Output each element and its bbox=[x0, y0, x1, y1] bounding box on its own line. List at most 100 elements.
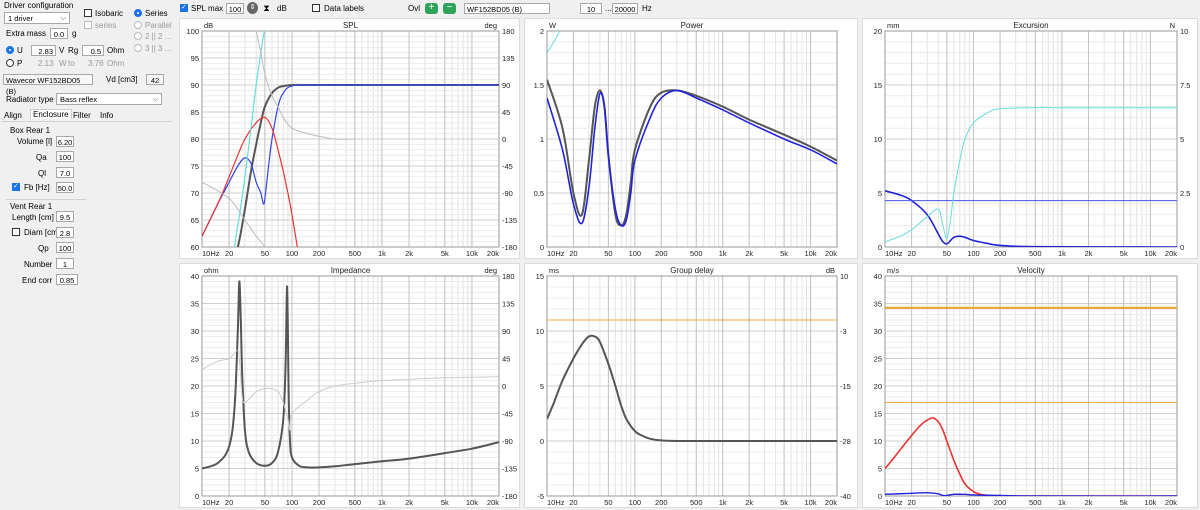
y-tick-label: 1.5 bbox=[534, 81, 544, 90]
u-radio[interactable] bbox=[6, 46, 14, 54]
x-tick-label: 20k bbox=[1165, 249, 1177, 258]
r3-label: 3 || 3 ... bbox=[145, 44, 172, 53]
y-right-tick-label: -90 bbox=[502, 189, 513, 198]
rg-input[interactable]: 0.5 bbox=[82, 45, 104, 56]
driver-count-select[interactable]: 1 driver ⌵ bbox=[4, 12, 70, 24]
extra-mass-input[interactable]: 0.0 bbox=[50, 28, 68, 39]
y-right-tick-label: -135 bbox=[502, 216, 517, 225]
tab-align[interactable]: Align bbox=[4, 111, 22, 120]
series-radio[interactable] bbox=[134, 9, 142, 17]
spin-up-down-icon[interactable]: ⇕ bbox=[247, 2, 258, 14]
series-checkbox[interactable] bbox=[84, 21, 92, 29]
p-radio[interactable] bbox=[6, 59, 14, 67]
x-tick-label: 1k bbox=[719, 249, 727, 258]
group-delay-chart: 10Hz 20 50 100 200 500 1k 2k 5k 10k 20k151050-510-… bbox=[536, 266, 851, 507]
freq-max-input[interactable]: 20000 bbox=[612, 3, 638, 14]
x-tick-label: 500 bbox=[690, 498, 703, 507]
freq-min-input[interactable]: 10 bbox=[580, 3, 602, 14]
x-tick-label: 1k bbox=[378, 249, 386, 258]
minus-icon[interactable]: − bbox=[443, 3, 456, 14]
box-rear-label: Box Rear 1 bbox=[10, 126, 51, 135]
y-right-tick-label: 2.5 bbox=[1180, 189, 1190, 198]
impedance-chart-panel: 10Hz 20 50 100 200 500 1k 2k 5k 10k 20k 40 35 30 25 20 1… bbox=[179, 263, 520, 508]
x-tick-label: 5k bbox=[780, 498, 788, 507]
tab-divider bbox=[2, 121, 172, 122]
design-name-input[interactable]: WF152BD05 (B) BR6.20 bbox=[464, 3, 550, 25]
parallel-radio[interactable] bbox=[134, 21, 142, 29]
w-label: W bbox=[59, 59, 67, 68]
chart-title: Power bbox=[681, 21, 704, 30]
y-tick-label: 2 bbox=[540, 27, 544, 36]
y-right-tick-label: 45 bbox=[502, 355, 510, 364]
spl-max-input[interactable]: 100 bbox=[226, 3, 244, 14]
fb-checkbox[interactable] bbox=[12, 182, 20, 191]
x-tick-label: 50 bbox=[943, 498, 951, 507]
y-tick-label: 40 bbox=[191, 272, 199, 281]
p-value: 2.13 bbox=[38, 59, 54, 68]
number-input[interactable]: 1 bbox=[56, 258, 74, 269]
x-tick-label: 2k bbox=[405, 249, 413, 258]
impedance-chart: 10Hz 20 50 100 200 500 1k 2k 5k 10k 20k40353025201… bbox=[191, 266, 517, 507]
volume-input[interactable]: 6.20 bbox=[56, 136, 74, 147]
qa-input[interactable]: 100 bbox=[56, 151, 74, 162]
y-tick-label: 0 bbox=[540, 437, 544, 446]
x-tick-label: 2k bbox=[745, 498, 753, 507]
diam-checkbox[interactable] bbox=[12, 228, 20, 236]
qp-input[interactable]: 100 bbox=[56, 242, 74, 253]
x-tick-label: 2k bbox=[1085, 498, 1093, 507]
x-tick-label: 20k bbox=[825, 249, 837, 258]
y-tick-label: 30 bbox=[191, 327, 199, 336]
x-tick-label: 100 bbox=[629, 249, 642, 258]
ovl-label: Ovl bbox=[408, 4, 420, 13]
left-unit-label: dB bbox=[204, 21, 213, 30]
endcorr-input[interactable]: 0.85 bbox=[56, 274, 78, 285]
x-tick-label: 10Hz bbox=[885, 249, 903, 258]
hourglass-icon[interactable]: ⧗ bbox=[262, 2, 271, 14]
x-tick-label: 100 bbox=[286, 249, 299, 258]
r2-radio[interactable] bbox=[134, 32, 142, 40]
y-right-tick-label: -180 bbox=[502, 492, 517, 501]
tab-enclosure[interactable]: Enclosure bbox=[30, 109, 72, 119]
tab-filter[interactable]: Filter bbox=[73, 111, 91, 120]
driver-name-field[interactable]: Wavecor WF152BD05 (B) bbox=[3, 74, 93, 96]
excursion-chart-panel: 10Hz 20 50 100 200 500 1k 2k 5k 10k 20k 20 15 10 5 0 10 7… bbox=[862, 18, 1198, 259]
radiator-select[interactable]: Bass reflex ⌵ bbox=[56, 93, 162, 105]
y-tick-label: -5 bbox=[537, 492, 544, 501]
x-tick-label: 50 bbox=[261, 498, 269, 507]
spl-max-checkbox[interactable] bbox=[180, 3, 188, 12]
x-tick-label: 5k bbox=[1120, 249, 1128, 258]
x-tick-label: 10Hz bbox=[547, 249, 565, 258]
y-right-tick-label: -28 bbox=[840, 437, 851, 446]
v-label: V bbox=[59, 46, 65, 55]
tab-info[interactable]: Info bbox=[100, 111, 113, 120]
y-tick-label: 0 bbox=[878, 492, 882, 501]
data-labels-label: Data labels bbox=[324, 4, 365, 13]
db-label: dB bbox=[277, 4, 287, 13]
y-tick-label: 10 bbox=[191, 437, 199, 446]
y-right-tick-label: 90 bbox=[502, 81, 510, 90]
series-group bbox=[547, 319, 837, 443]
chart-title: Excursion bbox=[1013, 21, 1048, 30]
y-right-tick-label: 135 bbox=[502, 300, 515, 309]
y-tick-label: 0 bbox=[195, 492, 199, 501]
u-input[interactable]: 2.83 bbox=[31, 45, 56, 56]
isobaric-checkbox[interactable] bbox=[84, 9, 92, 17]
right-unit-label: deg bbox=[484, 21, 497, 30]
excursion-chart: 10Hz 20 50 100 200 500 1k 2k 5k 10k 20k20151050107… bbox=[874, 21, 1191, 258]
y-right-tick-label: 180 bbox=[502, 272, 515, 281]
vd-field[interactable]: 42 bbox=[146, 74, 164, 85]
y-right-tick-label: -180 bbox=[502, 243, 517, 252]
r3-radio[interactable] bbox=[134, 44, 142, 52]
length-input[interactable]: 9.5 bbox=[56, 211, 74, 222]
fb-input[interactable]: 50.0 bbox=[56, 182, 74, 193]
y-tick-label: 20 bbox=[874, 27, 882, 36]
y-right-tick-label: -90 bbox=[502, 437, 513, 446]
data-labels-checkbox[interactable] bbox=[312, 4, 320, 12]
chart-title: Velocity bbox=[1017, 266, 1045, 275]
diam-input[interactable]: 2.8 bbox=[56, 227, 74, 238]
ql-input[interactable]: 7.0 bbox=[56, 167, 74, 178]
y-right-tick-label: 180 bbox=[502, 27, 515, 36]
isobaric-label: Isobaric bbox=[95, 9, 124, 18]
x-tick-label: 200 bbox=[313, 249, 326, 258]
plus-icon[interactable]: + bbox=[425, 3, 438, 14]
